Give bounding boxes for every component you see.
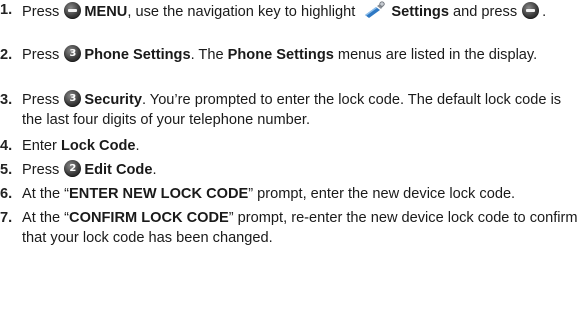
step-7: 7. At the “CONFIRM LOCK CODE” prompt, re… bbox=[0, 208, 581, 248]
step-text-segment: Enter bbox=[22, 138, 61, 154]
step-2: 2. Press 3 Phone Settings. The Phone Sett… bbox=[0, 45, 581, 65]
step-text: At the “CONFIRM LOCK CODE” prompt, re-en… bbox=[22, 208, 578, 248]
menu-label: MENU bbox=[84, 4, 128, 20]
step-text: Enter Lock Code. bbox=[22, 136, 578, 156]
step-text-segment: and press bbox=[448, 4, 522, 20]
phone-settings-label: Phone Settings bbox=[84, 47, 191, 63]
settings-icon bbox=[365, 1, 386, 18]
step-5: 5. Press 2 Edit Code. bbox=[0, 160, 581, 180]
step-4: 4. Enter Lock Code. bbox=[0, 136, 581, 156]
step-number: 7. bbox=[0, 210, 13, 226]
step-6: 6. At the “ENTER NEW LOCK CODE” prompt, … bbox=[0, 184, 581, 204]
step-text-segment: Press bbox=[22, 162, 64, 178]
step-text: Press 3 Security. You’re prompted to ente… bbox=[22, 90, 578, 130]
enter-new-lock-code-label: ENTER NEW LOCK CODE bbox=[69, 186, 249, 202]
step-text: Press MENU, use the navigation key to hi… bbox=[22, 0, 578, 22]
settings-label: Settings bbox=[391, 4, 449, 20]
step-number: 6. bbox=[0, 186, 13, 202]
security-label: Security bbox=[84, 92, 142, 108]
step-text-segment: , use the navigation key to highlight bbox=[127, 4, 360, 20]
key-3-icon: 3 bbox=[64, 45, 82, 62]
confirm-lock-code-label: CONFIRM LOCK CODE bbox=[69, 210, 229, 226]
step-text-segment: Press bbox=[22, 47, 64, 63]
step-text: Press 2 Edit Code. bbox=[22, 160, 578, 180]
lock-code-label: Lock Code bbox=[60, 138, 136, 154]
step-1: 1. Press MENU, use the navigation key to… bbox=[0, 0, 581, 22]
step-text-segment: . bbox=[542, 4, 547, 20]
key-digit: 2 bbox=[69, 163, 77, 174]
step-text-segment: Press bbox=[22, 92, 64, 108]
step-text-segment: At the “ bbox=[22, 210, 70, 226]
step-text-segment: Press bbox=[22, 4, 64, 20]
key-digit: 3 bbox=[69, 48, 77, 59]
phone-settings-label: Phone Settings bbox=[227, 47, 334, 63]
key-3-icon: 3 bbox=[64, 90, 82, 107]
key-digit: 3 bbox=[69, 93, 77, 104]
step-text-segment: . The bbox=[190, 47, 228, 63]
key-2-icon: 2 bbox=[64, 160, 82, 177]
step-number: 2. bbox=[0, 47, 13, 63]
step-number: 3. bbox=[0, 92, 13, 108]
step-text: At the “ENTER NEW LOCK CODE” prompt, ent… bbox=[22, 184, 578, 204]
ok-menu-key-icon bbox=[522, 2, 540, 19]
step-3: 3. Press 3 Security. You’re prompted to e… bbox=[0, 90, 581, 130]
step-number: 5. bbox=[0, 162, 13, 178]
edit-code-label: Edit Code bbox=[84, 162, 153, 178]
step-text-segment: . bbox=[135, 138, 140, 154]
step-text-segment: menus are listed in the display. bbox=[333, 47, 538, 63]
step-number: 1. bbox=[0, 2, 13, 18]
step-text-segment: ” prompt, enter the new device lock code… bbox=[248, 186, 516, 202]
step-text-segment: At the “ bbox=[22, 186, 70, 202]
step-number: 4. bbox=[0, 138, 13, 154]
step-text: Press 3 Phone Settings. The Phone Setting… bbox=[22, 45, 578, 65]
step-text-segment: . bbox=[152, 162, 157, 178]
ok-menu-key-icon bbox=[64, 2, 82, 19]
instruction-page: 1. Press MENU, use the navigation key to… bbox=[0, 0, 581, 313]
